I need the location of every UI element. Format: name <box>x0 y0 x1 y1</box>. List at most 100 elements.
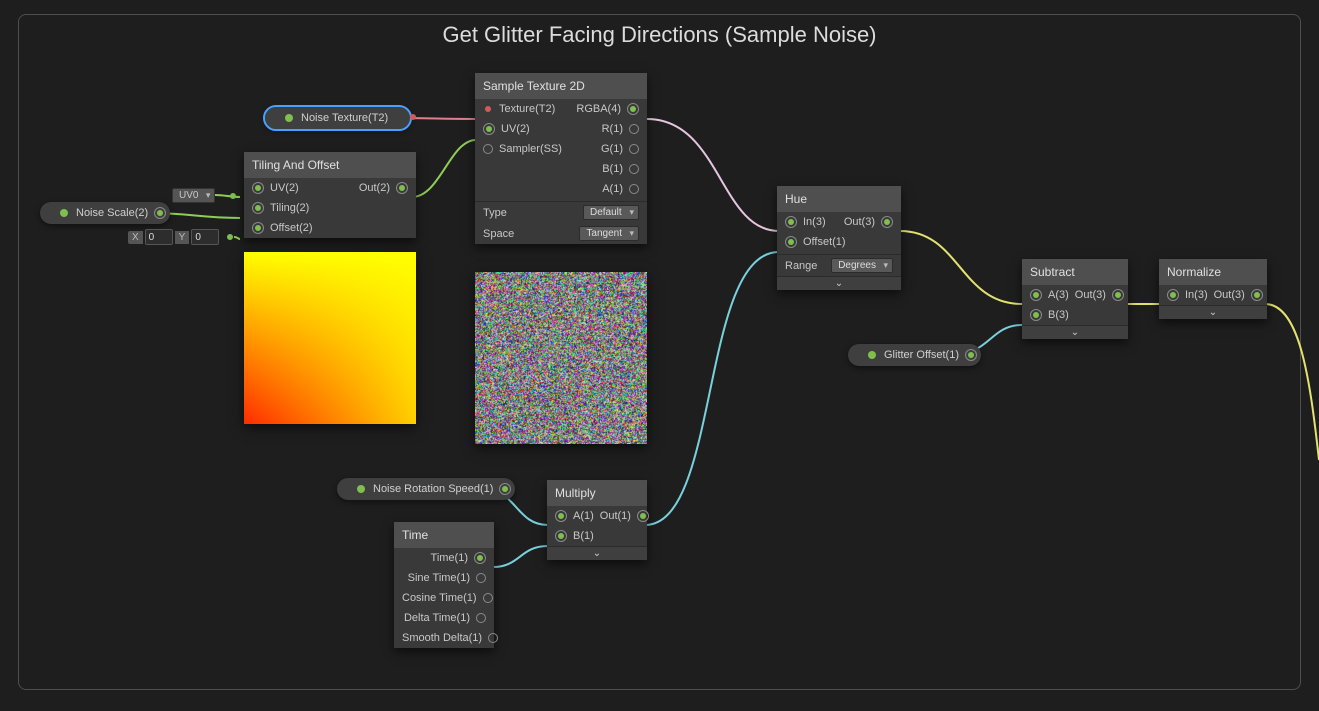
port-out-icon[interactable] <box>1251 289 1263 301</box>
property-glitter-offset[interactable]: Glitter Offset(1) <box>848 344 981 366</box>
port-label: Out(2) <box>359 182 390 194</box>
port-out-icon[interactable] <box>476 613 486 623</box>
uv-channel-dropdown[interactable]: UV0 <box>172 188 215 203</box>
port-out-icon[interactable] <box>396 182 408 194</box>
port-out-icon[interactable] <box>499 483 511 495</box>
port-out-icon[interactable] <box>627 103 639 115</box>
group-frame[interactable] <box>18 14 1301 690</box>
port-out-icon[interactable] <box>488 633 498 643</box>
port-out-icon[interactable] <box>629 184 639 194</box>
x-label: X <box>128 231 143 244</box>
port-out-icon[interactable] <box>1112 289 1124 301</box>
y-label: Y <box>175 231 190 244</box>
dot-icon <box>868 351 876 359</box>
port-in-icon[interactable] <box>785 236 797 248</box>
port-in-icon[interactable] <box>785 216 797 228</box>
port-in-icon[interactable] <box>483 123 495 135</box>
port-out-icon[interactable] <box>154 207 166 219</box>
type-dropdown[interactable]: Default <box>583 205 639 220</box>
port-in-icon[interactable] <box>252 182 264 194</box>
port-label: Smooth Delta(1) <box>402 632 482 644</box>
port-label: Out(3) <box>1214 289 1245 301</box>
port-label: Time(1) <box>431 552 468 564</box>
field-label: Range <box>785 260 817 272</box>
port-in-icon[interactable] <box>483 104 493 114</box>
offset-xy-inputs: X Y <box>128 229 233 245</box>
node-title: Multiply <box>547 480 647 506</box>
node-subtract[interactable]: Subtract A(3) Out(3) B(3) ⌄ <box>1022 259 1128 339</box>
pill-label: Noise Rotation Speed(1) <box>373 483 493 495</box>
port-out-icon[interactable] <box>483 593 493 603</box>
port-label: Sine Time(1) <box>408 572 470 584</box>
port-label: UV(2) <box>270 182 299 194</box>
port-out-icon[interactable] <box>629 124 639 134</box>
port-label: RGBA(4) <box>576 103 621 115</box>
range-dropdown[interactable]: Degrees <box>831 258 893 273</box>
port-out-icon[interactable] <box>629 144 639 154</box>
port-label: Delta Time(1) <box>404 612 470 624</box>
node-normalize[interactable]: Normalize In(3) Out(3) ⌄ <box>1159 259 1267 319</box>
node-multiply[interactable]: Multiply A(1) Out(1) B(1) ⌄ <box>547 480 647 560</box>
pill-label: Noise Texture(T2) <box>301 112 388 124</box>
port-label: R(1) <box>602 123 623 135</box>
port-label: B(1) <box>573 530 594 542</box>
port-out-icon[interactable] <box>476 573 486 583</box>
port-label: Sampler(SS) <box>499 143 562 155</box>
node-time[interactable]: Time Time(1) Sine Time(1) Cosine Time(1)… <box>394 522 494 648</box>
port-in-icon[interactable] <box>1030 309 1042 321</box>
port-out-icon[interactable] <box>965 349 977 361</box>
pill-label: Noise Scale(2) <box>76 207 148 219</box>
property-noise-scale[interactable]: Noise Scale(2) <box>40 202 170 224</box>
space-dropdown[interactable]: Tangent <box>579 226 639 241</box>
collapse-toggle[interactable]: ⌄ <box>1159 305 1267 319</box>
port-label: A(1) <box>573 510 594 522</box>
uv-chip-label: UV0 <box>179 190 198 201</box>
node-title: Hue <box>777 186 901 212</box>
port-label: UV(2) <box>501 123 530 135</box>
port-in-icon[interactable] <box>252 202 264 214</box>
property-noise-rotation-speed[interactable]: Noise Rotation Speed(1) <box>337 478 515 500</box>
offset-x-input[interactable] <box>145 229 173 245</box>
preview-noise-texture <box>475 272 647 444</box>
dropdown-value: Tangent <box>586 228 622 239</box>
port-in-icon[interactable] <box>1030 289 1042 301</box>
field-label: Type <box>483 207 507 219</box>
preview-uv-gradient <box>244 252 416 424</box>
port-label: B(1) <box>602 163 623 175</box>
port-in-icon[interactable] <box>483 144 493 154</box>
node-title: Time <box>394 522 494 548</box>
port-label: Out(3) <box>1075 289 1106 301</box>
offset-y-input[interactable] <box>191 229 219 245</box>
collapse-toggle[interactable]: ⌄ <box>547 546 647 560</box>
port-in-icon[interactable] <box>1167 289 1179 301</box>
port-out-icon[interactable] <box>881 216 893 228</box>
node-sample-texture-2d[interactable]: Sample Texture 2D Texture(T2) RGBA(4) UV… <box>475 73 647 244</box>
port-label: In(3) <box>803 216 826 228</box>
collapse-toggle[interactable]: ⌄ <box>777 276 901 290</box>
port-label: G(1) <box>601 143 623 155</box>
dot-icon <box>357 485 365 493</box>
port-out-icon[interactable] <box>637 510 649 522</box>
port-label: A(1) <box>602 183 623 195</box>
port-out-icon[interactable] <box>474 552 486 564</box>
node-title: Subtract <box>1022 259 1128 285</box>
port-in-icon[interactable] <box>555 530 567 542</box>
chevron-down-icon: ⌄ <box>593 548 601 559</box>
node-tiling-and-offset[interactable]: Tiling And Offset UV(2) Out(2) Tiling(2)… <box>244 152 416 238</box>
collapse-toggle[interactable]: ⌄ <box>1022 325 1128 339</box>
port-label: Out(1) <box>600 510 631 522</box>
port-label: Offset(2) <box>270 222 313 234</box>
port-label: Offset(1) <box>803 236 846 248</box>
node-title: Tiling And Offset <box>244 152 416 178</box>
pill-label: Glitter Offset(1) <box>884 349 959 361</box>
node-title: Sample Texture 2D <box>475 73 647 99</box>
port-out-icon[interactable] <box>629 164 639 174</box>
node-hue[interactable]: Hue In(3) Out(3) Offset(1) Range Degrees… <box>777 186 901 290</box>
property-noise-texture[interactable]: Noise Texture(T2) <box>265 107 410 129</box>
dot-icon <box>227 234 233 240</box>
port-label: Cosine Time(1) <box>402 592 477 604</box>
port-label: Tiling(2) <box>270 202 309 214</box>
port-label: In(3) <box>1185 289 1208 301</box>
port-in-icon[interactable] <box>555 510 567 522</box>
port-in-icon[interactable] <box>252 222 264 234</box>
